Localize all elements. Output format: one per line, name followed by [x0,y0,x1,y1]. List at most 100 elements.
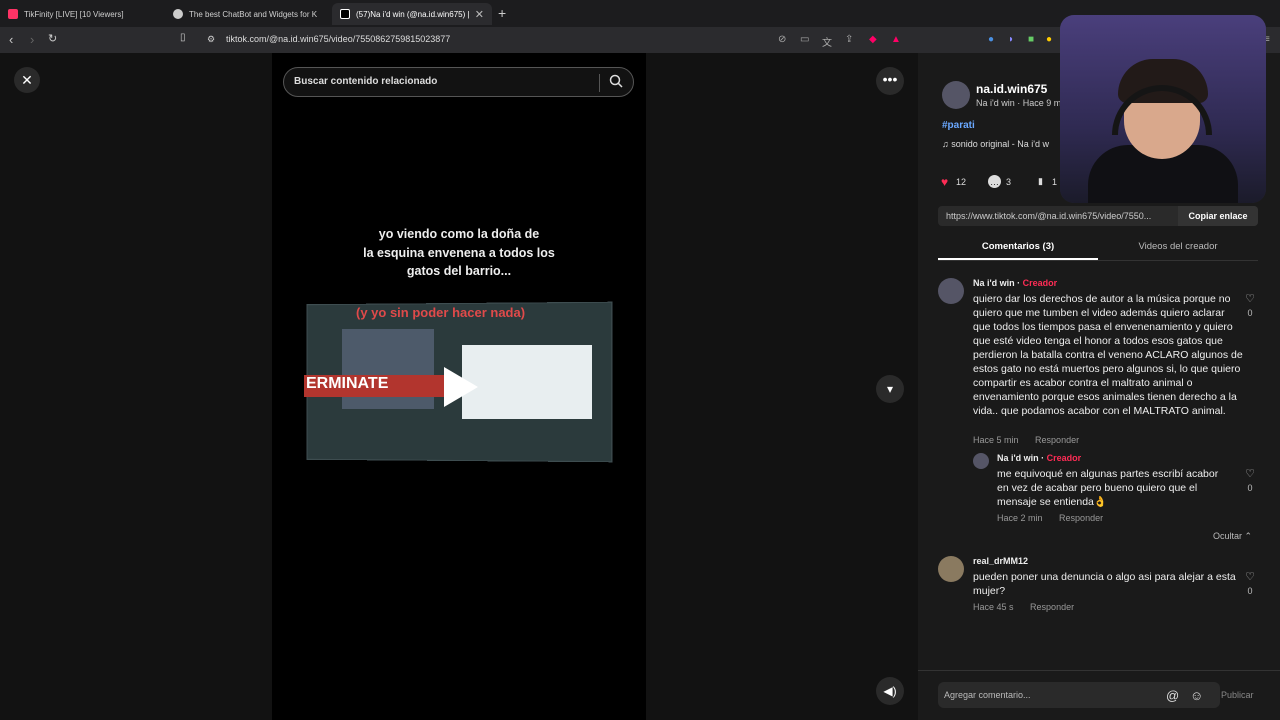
mention-icon[interactable]: @ [1166,688,1179,703]
search-icon[interactable] [609,74,623,88]
comment-item: Na i'd win · Creador quiero dar los dere… [938,278,1258,448]
bookmark-icon[interactable]: ▯ [180,32,186,43]
new-tab-icon[interactable]: + [498,5,506,21]
video-caption: yo viendo como la doña de la esquina env… [272,225,646,281]
chatbot-favicon-icon [173,9,183,19]
comment-time: Hace 2 min [997,513,1043,523]
tab-creator-videos[interactable]: Videos del creador [1098,241,1258,258]
comment-time: Hace 45 s [973,602,1014,612]
comment-author[interactable]: Na i'd win · Creador [973,278,1057,288]
reply-button[interactable]: Responder [1035,435,1079,445]
reply-button[interactable]: Responder [1030,602,1074,612]
hide-label: Ocultar [1213,531,1243,541]
comment-button[interactable]: … 3 [988,175,1011,188]
close-video-button[interactable]: ✕ [14,67,40,93]
heart-icon: ♥ [940,174,949,189]
copy-link-button[interactable]: Copiar enlace [1178,206,1258,226]
chevron-down-icon: ▾ [886,382,894,396]
creator-badge: Creador [1046,453,1082,463]
avatar[interactable] [973,453,989,469]
next-video-button[interactable]: ▾ [876,375,904,403]
comment-input[interactable]: Agregar comentario... @ ☺ [938,682,1220,708]
comment-text: me equivoqué en algunas partes escribí a… [997,468,1219,508]
translate-icon[interactable]: 文 [822,34,832,49]
comment-like-button[interactable]: ♡ 0 [1243,467,1257,493]
browser-tab-tiktok[interactable]: (57)Na i'd win (@na.id.win675) | ✕ [332,3,492,25]
like-count: 12 [956,176,967,187]
reload-icon[interactable]: ↻ [48,32,57,45]
address-bar[interactable]: tiktok.com/@na.id.win675/video/755086275… [226,34,450,44]
search-divider [599,74,600,92]
music-link[interactable]: ♫ sonido original - Na i'd w [942,139,1049,149]
extension-icon[interactable]: ◗ [1008,34,1014,45]
hide-replies-button[interactable]: Ocultar ⌃ [1213,531,1252,542]
extension-icon[interactable]: ● [988,34,994,45]
tiktok-favicon-icon [340,9,350,19]
panel-tabs: Comentarios (3) Videos del creador [938,241,1258,261]
extension-icon[interactable]: ● [1046,34,1052,45]
cast-icon[interactable]: ▭ [800,34,809,45]
creator-avatar[interactable] [942,81,970,109]
back-icon[interactable]: ‹ [9,32,13,47]
browser-tab-chatbot[interactable]: The best ChatBot and Widgets for K [165,3,330,25]
creator-username[interactable]: na.id.win675 [976,82,1047,96]
tab-label: TikFinity [LIVE] [10 Viewers] [24,9,124,19]
comment-item: real_drMM12 pueden poner una denuncia o … [938,556,1258,616]
tab-close-icon[interactable]: ✕ [475,8,484,21]
author-name: Na i'd win [997,453,1039,463]
comment-time: Hace 5 min [973,435,1019,445]
comment-author[interactable]: real_drMM12 [973,556,1028,566]
shield-icon[interactable]: ◆ [869,34,877,45]
comment-count: 3 [1006,176,1012,187]
heart-outline-icon: ♡ [1245,468,1255,480]
share-link-box: https://www.tiktok.com/@na.id.win675/vid… [938,206,1258,226]
comment-placeholder: Agregar comentario... [944,690,1031,700]
comment-like-count: 0 [1247,586,1253,596]
volume-button[interactable]: ◀) [876,677,904,705]
author-name: real_drMM12 [973,556,1029,566]
like-button[interactable]: ♥ 12 [938,174,967,189]
ellipsis-icon: ••• [882,71,898,87]
caption-line: gatos del barrio... [406,264,512,278]
rewards-icon[interactable]: ▲ [891,34,901,45]
comment-like-count: 0 [1247,308,1253,318]
site-info-icon[interactable]: ⚙ [207,34,215,45]
publish-button[interactable]: Publicar [1221,690,1254,700]
reply-button[interactable]: Responder [1059,513,1103,523]
author-name: Na i'd win [973,278,1015,288]
share-icon[interactable]: ⇪ [845,34,853,45]
volume-icon: ◀) [883,684,897,698]
tab-comments[interactable]: Comentarios (3) [938,241,1098,260]
play-icon[interactable] [444,367,478,407]
bookmark-icon: ▮ [1038,176,1043,186]
heart-outline-icon: ♡ [1245,293,1255,305]
save-button[interactable]: ▮ 1 [1034,175,1057,188]
share-link-url[interactable]: https://www.tiktok.com/@na.id.win675/vid… [946,211,1171,221]
no-tracking-icon[interactable]: ⊘ [778,34,786,45]
search-input[interactable]: Buscar contenido relacionado [294,76,437,87]
forward-icon[interactable]: › [30,32,34,47]
caption-line: yo viendo como la doña de [378,227,540,241]
extension-icon[interactable]: ■ [1028,34,1034,45]
creator-subtitle: Na i'd win · Hace 9 m [976,98,1062,108]
comment-author[interactable]: Na i'd win · Creador [997,453,1081,463]
more-options-button[interactable]: ••• [876,67,904,95]
emoji-icon[interactable]: ☺ [1190,688,1203,703]
save-count: 1 [1052,176,1058,187]
thumbnail-banner: ERMINATE [304,375,444,397]
avatar[interactable] [938,556,964,582]
thumbnail-overlay-text: (y yo sin poder hacer nada) [356,305,526,320]
avatar[interactable] [938,278,964,304]
hashtag-link[interactable]: #parati [942,120,975,131]
browser-tab-tikfinity[interactable]: TikFinity [LIVE] [10 Viewers] [0,3,160,25]
comment-text: pueden poner una denuncia o algo asi par… [973,571,1236,597]
cat-image [342,329,434,409]
creator-badge: Creador [1022,278,1058,288]
comment-like-count: 0 [1247,483,1253,493]
search-bar[interactable]: Buscar contenido relacionado [283,67,634,97]
comment-like-button[interactable]: ♡ 0 [1243,292,1257,318]
heart-outline-icon: ♡ [1245,571,1255,583]
close-icon: ✕ [21,71,33,88]
comment-like-button[interactable]: ♡ 0 [1243,570,1257,596]
poison-bags-image [462,345,592,419]
